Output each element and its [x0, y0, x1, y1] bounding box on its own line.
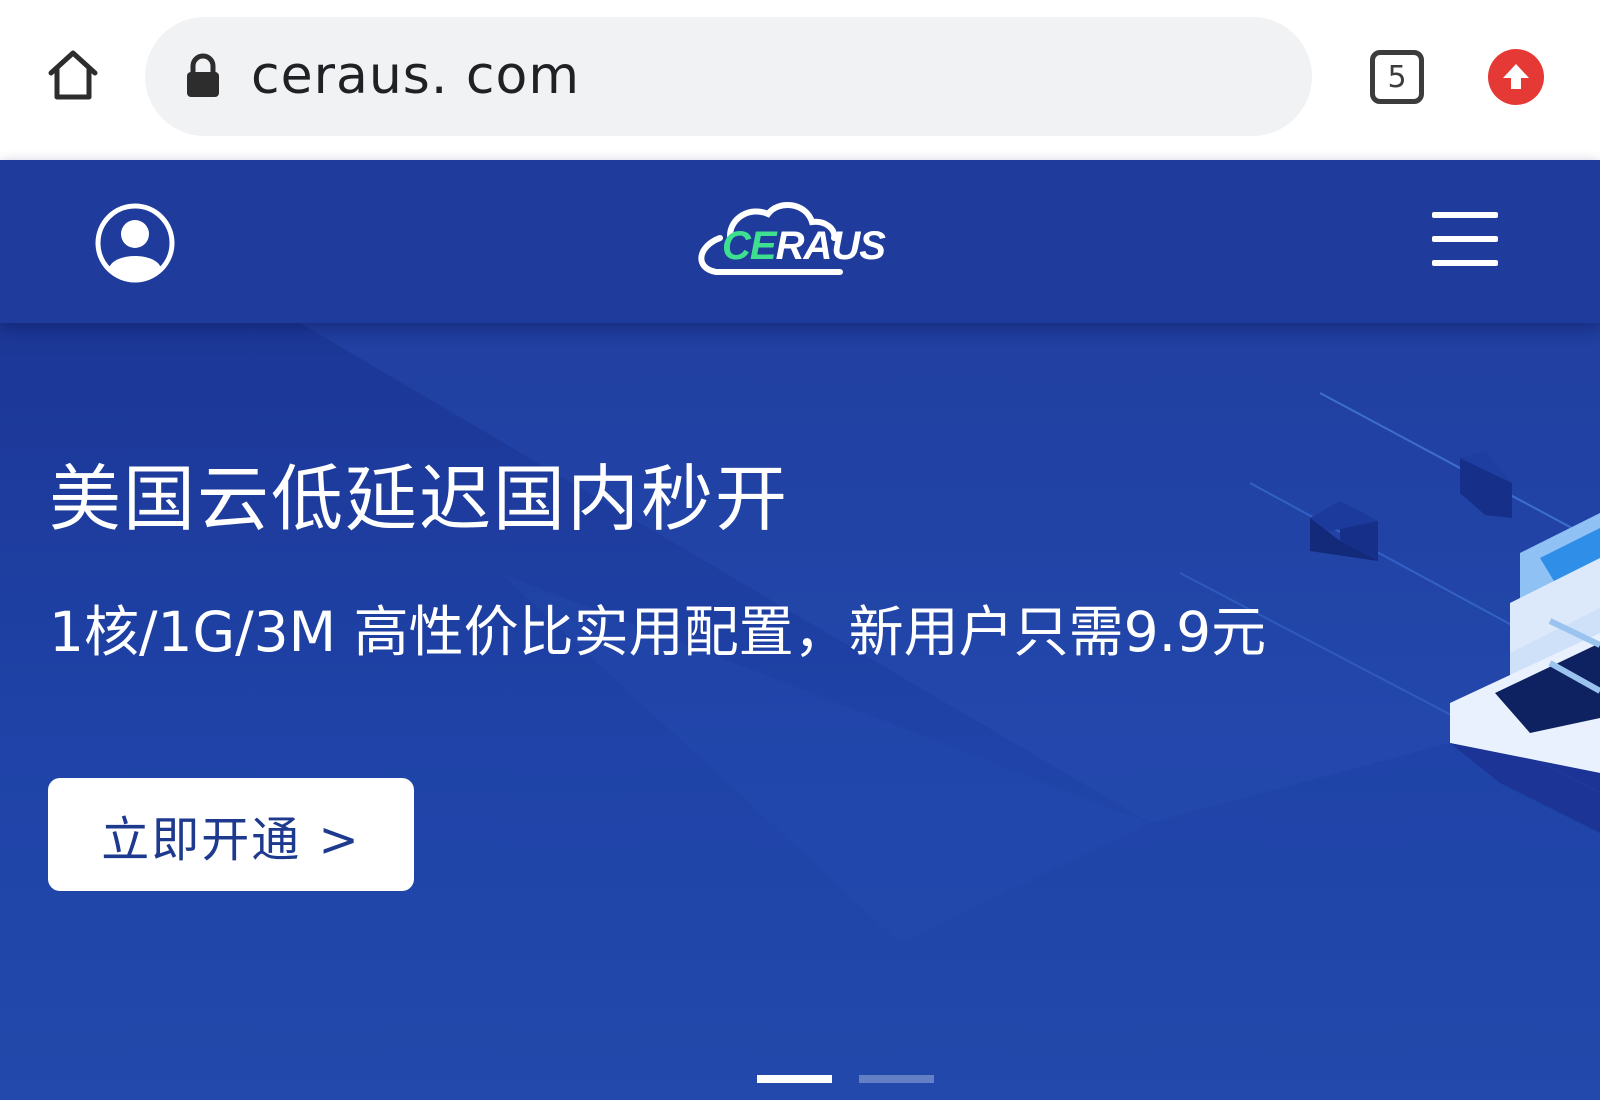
- browser-toolbar: ceraus. com 5: [0, 0, 1600, 160]
- carousel-dot-1[interactable]: [757, 1075, 832, 1083]
- hero-subtitle: 1核/1G/3M 高性价比实用配置，新用户只需9.9元: [49, 600, 1267, 664]
- url-text[interactable]: ceraus. com: [251, 17, 580, 136]
- update-arrow-icon: [1503, 64, 1529, 89]
- site-logo[interactable]: CERAUS: [690, 198, 886, 288]
- logo-text-accent: CE: [722, 224, 777, 268]
- home-icon: [48, 50, 98, 100]
- logo-text-main: RAUS: [775, 224, 886, 268]
- site-header: CERAUS: [0, 160, 1600, 323]
- address-bar[interactable]: ceraus. com: [145, 17, 1312, 136]
- hero-title: 美国云低延迟国内秒开: [49, 457, 790, 541]
- activate-now-button[interactable]: 立即开通 >: [48, 778, 414, 891]
- hero-banner: 美国云低延迟国内秒开 1核/1G/3M 高性价比实用配置，新用户只需9.9元 立…: [0, 323, 1600, 1100]
- tab-count: 5: [1387, 59, 1407, 95]
- hero-decoration: [300, 323, 1600, 943]
- user-avatar-icon: [95, 203, 175, 283]
- lock-icon: [187, 53, 219, 97]
- tab-switcher-button[interactable]: 5: [1370, 50, 1424, 104]
- user-account-button[interactable]: [94, 202, 176, 284]
- home-button[interactable]: [38, 40, 108, 110]
- update-button[interactable]: [1488, 49, 1544, 105]
- logo-wordmark: CERAUS: [722, 224, 886, 268]
- carousel-dot-2[interactable]: [859, 1075, 934, 1083]
- hamburger-menu-button[interactable]: [1432, 210, 1498, 272]
